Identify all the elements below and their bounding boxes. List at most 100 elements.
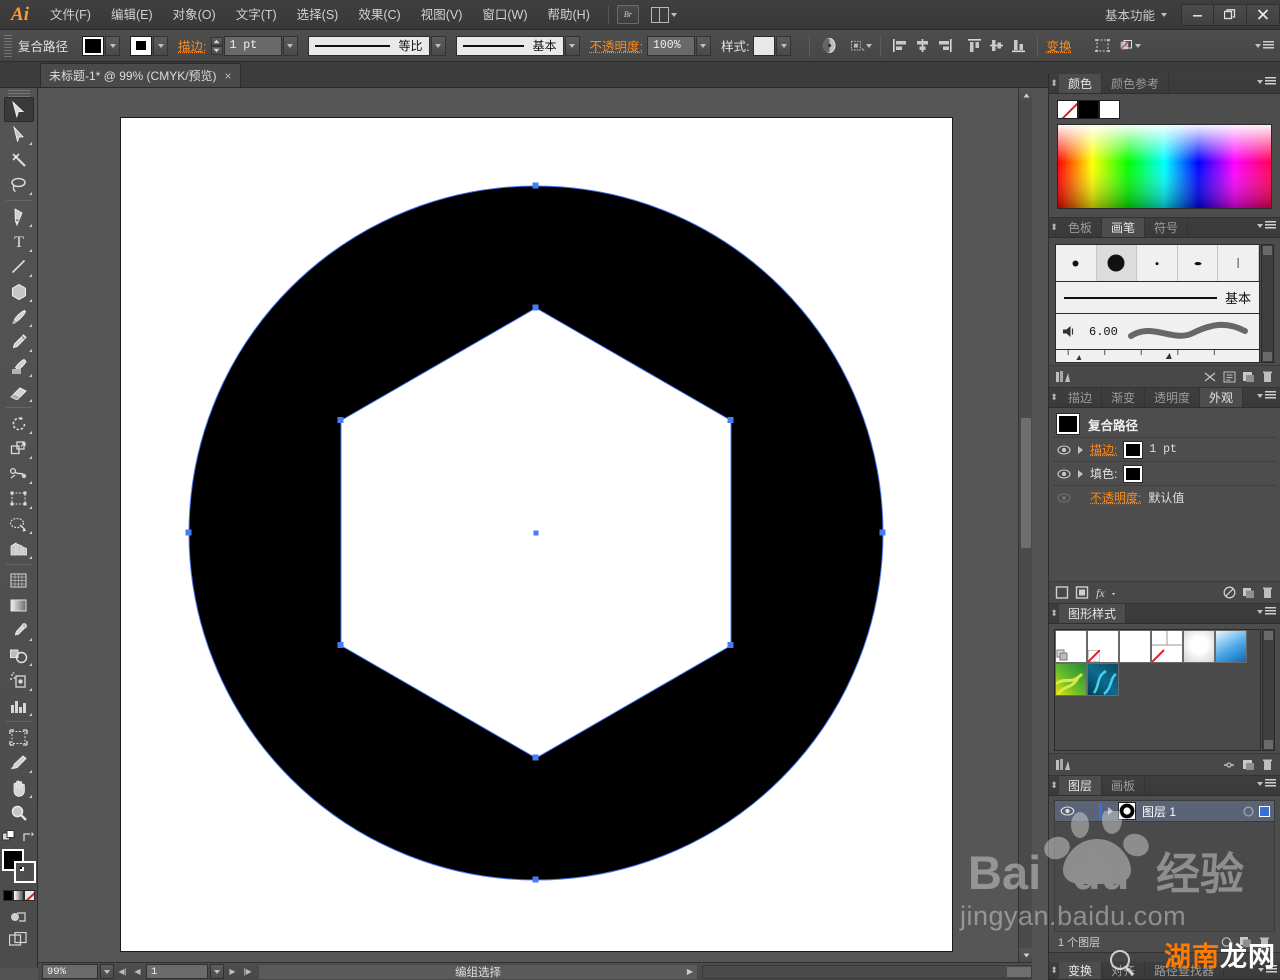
add-new-fill-icon[interactable]: [1075, 586, 1089, 599]
gradient-tool[interactable]: [4, 593, 34, 618]
tab-appearance[interactable]: 外观: [1200, 388, 1244, 407]
scrollbar-thumb[interactable]: [1021, 418, 1031, 548]
menu-help[interactable]: 帮助(H): [538, 0, 600, 30]
screen-mode-icon[interactable]: [9, 932, 28, 947]
panel-gripper[interactable]: ⬍: [1049, 776, 1059, 795]
color-chip-white[interactable]: [1099, 100, 1120, 119]
symbol-sprayer-tool[interactable]: [4, 668, 34, 693]
arrange-documents-button[interactable]: [650, 6, 677, 23]
artboard-tool[interactable]: [4, 725, 34, 750]
menu-type[interactable]: 文字(T): [226, 0, 287, 30]
add-new-stroke-icon[interactable]: [1055, 586, 1069, 599]
type-tool[interactable]: T: [4, 229, 34, 254]
appearance-row-stroke[interactable]: 描边: 1 pt: [1053, 437, 1276, 461]
align-center-horizontal-icon[interactable]: [911, 35, 933, 57]
brush-preset-small-dot[interactable]: [1056, 245, 1097, 281]
panel-gripper[interactable]: ⬍: [1049, 962, 1059, 979]
hscrollbar-thumb[interactable]: [1007, 966, 1031, 977]
mesh-tool[interactable]: [4, 568, 34, 593]
bridge-icon[interactable]: Br: [616, 5, 639, 24]
opacity-input[interactable]: 100%: [646, 35, 695, 56]
brush-size-row[interactable]: 6.00: [1055, 314, 1260, 350]
graphic-style-swatch[interactable]: [1055, 630, 1087, 663]
stroke-weight-label[interactable]: 描边:: [178, 36, 206, 55]
panel-gripper[interactable]: ⬍: [1049, 218, 1059, 237]
page-number-input[interactable]: 1: [146, 964, 208, 979]
hand-tool[interactable]: [4, 775, 34, 800]
tab-symbols[interactable]: 符号: [1145, 218, 1189, 237]
scroll-up-icon[interactable]: [1019, 88, 1032, 102]
tab-gradient[interactable]: 渐变: [1102, 388, 1146, 407]
brush-basic-row[interactable]: 基本: [1055, 282, 1260, 314]
perspective-grid-tool[interactable]: [4, 536, 34, 561]
appearance-stroke-swatch[interactable]: [1123, 440, 1144, 459]
workspace-switcher[interactable]: 基本功能: [1099, 0, 1280, 30]
brush-dropdown[interactable]: [564, 35, 580, 56]
lasso-tool[interactable]: [4, 172, 34, 197]
horizontal-scrollbar[interactable]: [702, 964, 1032, 979]
stroke-weight-dropdown[interactable]: [282, 35, 298, 56]
appearance-object-swatch[interactable]: [1056, 413, 1080, 435]
delete-item-icon[interactable]: [1261, 586, 1274, 599]
brushes-panel-menu-icon[interactable]: [1257, 221, 1276, 230]
delete-graphic-style-icon[interactable]: [1261, 758, 1274, 771]
new-graphic-style-icon[interactable]: [1242, 759, 1255, 771]
close-button[interactable]: [1247, 3, 1280, 26]
appearance-fill-label[interactable]: 填色:: [1090, 465, 1117, 482]
tab-brushes[interactable]: 画笔: [1102, 218, 1146, 237]
brush-options-icon[interactable]: [1223, 371, 1236, 383]
isolate-group-icon[interactable]: [1091, 35, 1113, 57]
align-right-icon[interactable]: [933, 35, 955, 57]
opacity-control[interactable]: 100%: [646, 35, 711, 56]
new-brush-icon[interactable]: [1242, 371, 1255, 383]
tab-color[interactable]: 颜色: [1059, 74, 1103, 93]
style-control[interactable]: [753, 35, 792, 56]
zoom-level-input[interactable]: 99%: [42, 964, 98, 979]
scroll-down-icon[interactable]: [1019, 948, 1032, 962]
tab-layers[interactable]: 图层: [1059, 776, 1103, 795]
page-dropdown-icon[interactable]: [210, 964, 224, 979]
canvas-area[interactable]: [38, 88, 1032, 962]
fill-dropdown[interactable]: [105, 35, 121, 56]
scale-tool[interactable]: [4, 436, 34, 461]
layer-expand-icon[interactable]: [1102, 807, 1118, 815]
artwork-compound-path[interactable]: [121, 118, 954, 953]
blob-brush-tool[interactable]: [4, 354, 34, 379]
zoom-tool[interactable]: [4, 800, 34, 825]
brush-definition[interactable]: 基本: [455, 35, 580, 56]
graphic-style-swatch[interactable]: [1055, 663, 1087, 696]
tab-transparency[interactable]: 透明度: [1145, 388, 1201, 407]
artboard[interactable]: [120, 117, 953, 952]
tab-graphic-styles[interactable]: 图形样式: [1059, 604, 1127, 623]
panel-gripper[interactable]: ⬍: [1049, 388, 1059, 407]
status-menu-icon[interactable]: ▶: [687, 967, 693, 976]
tools-gripper[interactable]: [7, 90, 30, 97]
appearance-panel-menu-icon[interactable]: [1257, 391, 1276, 400]
transform-panel-icon[interactable]: [850, 35, 873, 57]
slice-tool[interactable]: [4, 750, 34, 775]
color-panel-menu-icon[interactable]: [1257, 77, 1276, 86]
align-bottom-icon[interactable]: [1007, 35, 1029, 57]
width-warp-tool[interactable]: [4, 461, 34, 486]
appearance-row-fill[interactable]: 填色:: [1053, 461, 1276, 485]
fill-swatch[interactable]: [82, 35, 105, 56]
stroke-weight-input[interactable]: 1 pt: [223, 35, 282, 56]
graphic-style-swatch[interactable]: [1151, 630, 1183, 663]
align-left-icon[interactable]: [889, 35, 911, 57]
color-mode-none-icon[interactable]: [23, 890, 35, 901]
next-page-icon[interactable]: ▶: [226, 964, 239, 979]
magic-wand-tool[interactable]: [4, 147, 34, 172]
align-middle-vertical-icon[interactable]: [985, 35, 1007, 57]
first-page-icon[interactable]: ◀|: [116, 964, 129, 979]
paintbrush-tool[interactable]: [4, 304, 34, 329]
rotate-tool[interactable]: [4, 411, 34, 436]
tab-pathfinder[interactable]: 路径查找器: [1145, 962, 1225, 979]
brush-combo[interactable]: 基本: [455, 35, 564, 56]
prev-page-icon[interactable]: ◀: [131, 964, 144, 979]
free-transform-tool[interactable]: [4, 486, 34, 511]
style-dropdown[interactable]: [776, 35, 792, 56]
appearance-object-row[interactable]: 复合路径: [1053, 411, 1276, 437]
tab-swatches[interactable]: 色板: [1059, 218, 1103, 237]
stroke-weight-control[interactable]: 1 pt: [210, 35, 298, 56]
graphic-style-swatch[interactable]: [1119, 630, 1151, 663]
